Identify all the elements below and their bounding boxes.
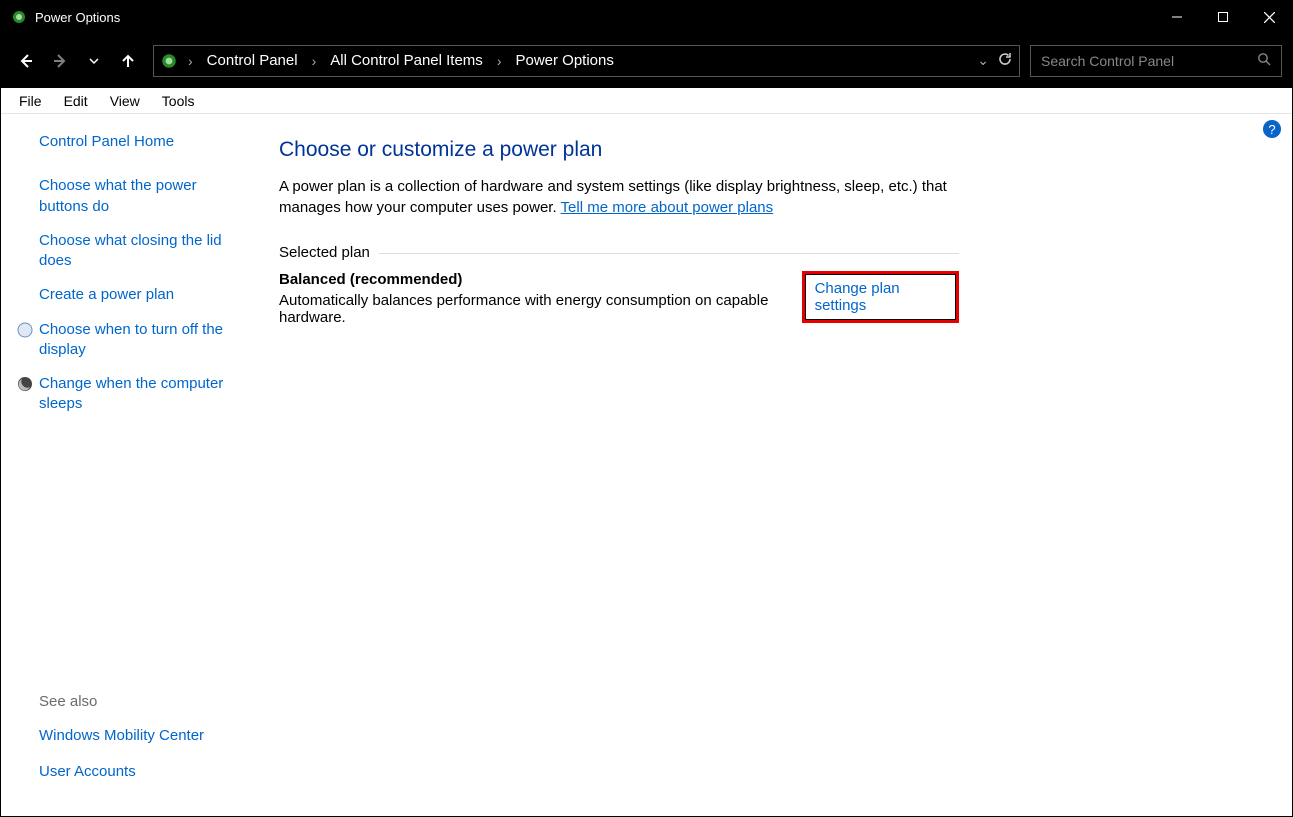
- sidebar-link-closing-lid[interactable]: Choose what closing the lid does: [39, 231, 237, 272]
- see-also-mobility-center[interactable]: Windows Mobility Center: [39, 726, 237, 746]
- breadcrumb-item[interactable]: All Control Panel Items: [326, 52, 487, 69]
- plan-description: Automatically balances performance with …: [279, 292, 802, 326]
- learn-more-link[interactable]: Tell me more about power plans: [561, 199, 774, 216]
- sidebar-link-computer-sleeps[interactable]: Change when the computer sleeps: [39, 374, 237, 415]
- sidebar-link-power-buttons[interactable]: Choose what the power buttons do: [39, 176, 237, 217]
- menu-tools[interactable]: Tools: [152, 91, 205, 111]
- breadcrumb-item[interactable]: Power Options: [511, 52, 617, 69]
- see-also-user-accounts[interactable]: User Accounts: [39, 762, 237, 782]
- sidebar-link-turn-off-display[interactable]: Choose when to turn off the display: [39, 320, 237, 361]
- menu-bar: File Edit View Tools: [1, 88, 1292, 114]
- refresh-icon[interactable]: [997, 51, 1013, 70]
- back-button[interactable]: [11, 46, 41, 76]
- search-box[interactable]: [1030, 45, 1282, 77]
- sidebar-link-create-plan[interactable]: Create a power plan: [39, 285, 237, 305]
- chevron-right-icon[interactable]: ›: [184, 53, 197, 69]
- shield-icon: [17, 322, 33, 338]
- address-bar[interactable]: › Control Panel › All Control Panel Item…: [153, 45, 1020, 77]
- content-area: Control Panel Home Choose what the power…: [1, 114, 1292, 816]
- change-plan-settings-link[interactable]: Change plan settings: [802, 271, 959, 323]
- selected-plan-label: Selected plan: [279, 244, 959, 261]
- see-also-label: See also: [39, 693, 237, 710]
- power-options-icon: [160, 52, 178, 70]
- minimize-button[interactable]: [1154, 1, 1200, 33]
- titlebar: Power Options: [1, 1, 1292, 33]
- window-title: Power Options: [35, 10, 120, 25]
- breadcrumb-item[interactable]: Control Panel: [203, 52, 302, 69]
- chevron-right-icon[interactable]: ›: [493, 53, 506, 69]
- forward-button[interactable]: [45, 46, 75, 76]
- control-panel-home-link[interactable]: Control Panel Home: [39, 132, 237, 152]
- chevron-right-icon[interactable]: ›: [308, 53, 321, 69]
- main-panel: Choose or customize a power plan A power…: [259, 114, 999, 816]
- menu-edit[interactable]: Edit: [54, 91, 98, 111]
- chevron-down-icon[interactable]: ⌄: [977, 52, 989, 69]
- search-input[interactable]: [1041, 53, 1257, 69]
- maximize-button[interactable]: [1200, 1, 1246, 33]
- close-button[interactable]: [1246, 1, 1292, 33]
- power-options-icon: [11, 9, 27, 25]
- menu-view[interactable]: View: [100, 91, 150, 111]
- moon-icon: [17, 376, 33, 392]
- page-title: Choose or customize a power plan: [279, 138, 959, 162]
- up-button[interactable]: [113, 46, 143, 76]
- plan-name: Balanced (recommended): [279, 271, 802, 288]
- sidebar: Control Panel Home Choose what the power…: [1, 114, 259, 816]
- navbar: › Control Panel › All Control Panel Item…: [1, 33, 1292, 88]
- search-icon[interactable]: [1257, 52, 1271, 69]
- recent-locations-button[interactable]: [79, 46, 109, 76]
- menu-file[interactable]: File: [9, 91, 52, 111]
- page-description: A power plan is a collection of hardware…: [279, 176, 959, 218]
